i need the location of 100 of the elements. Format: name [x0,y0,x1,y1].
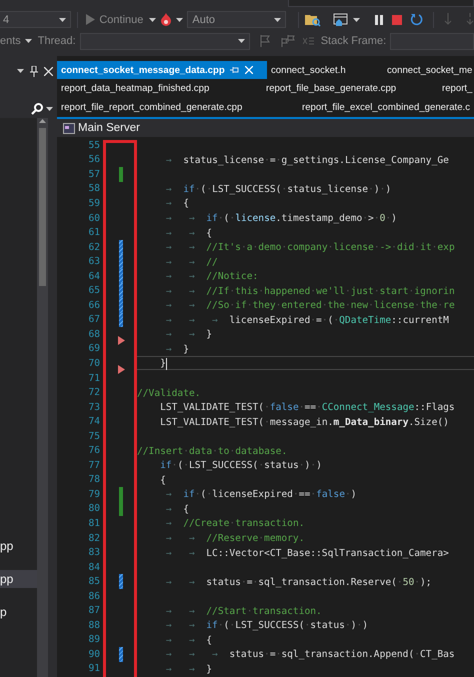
line-number: 79 [87,488,101,500]
line-number: 60 [87,212,101,224]
line-number: 67 [87,314,101,326]
line-number: 87 [87,605,101,616]
stack-frame-label: Stack Frame: [320,35,386,47]
caret-icon [59,18,66,22]
code-line: → → if·(·LST_SUCCESS(·status·)·) [164,619,370,632]
code-line: → → } [164,328,214,342]
code-line: → → //So·if·they·entered·the·new·license·the·re [164,299,456,312]
line-number: 57 [87,168,101,180]
caret-icon [176,18,184,22]
code-line: //Insert·data·to·database. [136,444,288,458]
thread-filter-icon[interactable] [302,37,315,45]
flag-icon[interactable] [260,35,271,47]
pause-icon[interactable] [374,14,384,24]
code-line: → if·(·licenseExpired·==·false·) [164,488,358,502]
code-line: LST_VALIDATE_TEST(·message_in.m_Data_binary.Size() [159,416,450,429]
code-line: { [159,474,167,487]
code-line: → status_license·=·g_settings.License_Company_Ge [164,154,450,167]
list-item[interactable]: pp [0,570,37,588]
scroll-thumb[interactable] [39,128,46,286]
step-over-icon[interactable] [466,13,474,26]
code-line: → } [164,342,190,356]
file-tab[interactable]: connect_socket.h [267,61,346,79]
line-number: 74 [87,416,101,428]
line-number: 88 [87,620,101,631]
stop-icon[interactable] [392,14,402,24]
line-number: 71 [87,372,101,384]
mode-dropdown[interactable]: Auto [187,11,286,28]
code-line: if·(·LST_SUCCESS(·status·)·) [159,459,323,472]
code-line: } [136,356,474,370]
scroll-up-icon[interactable] [39,119,46,123]
file-tab[interactable]: report_data_heatmap_finished.cpp [57,79,210,98]
line-number: 70 [87,358,101,369]
code-line: //Validate. [136,386,202,400]
list-item[interactable]: p [0,603,37,621]
code-line: → → //Notice: [164,270,260,284]
continue-button[interactable]: Continue [84,14,146,26]
window-icon[interactable] [333,12,350,26]
line-number: 62 [87,242,101,253]
line-number: 83 [87,547,101,558]
folder-search-icon[interactable] [305,12,322,26]
line-number: 91 [87,663,101,674]
line-number: 77 [87,460,101,471]
line-number: 69 [87,343,101,354]
code-line: → → → status·=·sql_transaction.Append(·CT_Bas [164,648,456,662]
search-icon[interactable] [31,103,43,115]
configuration-dropdown[interactable]: 4 [0,11,72,28]
dropdown-caret-icon [17,69,24,73]
window-icon [63,122,75,134]
code-line: → → → licenseExpired·=·(·QDateTime::currentM [164,314,450,327]
code-line: → → if·(·license.timestamp_demo·>·0·) [164,212,398,225]
file-tab[interactable]: connect_socket_me [383,61,472,79]
line-number: 73 [87,402,101,413]
line-number: 65 [87,285,101,296]
code-line: → → } [164,662,214,676]
caret-icon [149,18,156,22]
file-tab[interactable]: report_ [438,79,472,98]
search-field[interactable] [288,0,474,7]
line-number: 64 [87,270,101,282]
flags-icon[interactable] [280,35,295,47]
line-number: 68 [87,328,101,340]
close-icon[interactable] [44,66,53,76]
line-number: 72 [87,387,101,398]
line-number: 75 [87,430,101,442]
list-item[interactable]: pp [0,537,37,555]
play-icon [86,14,96,25]
code-line: → { [164,197,190,210]
line-number: 61 [87,227,101,238]
restart-icon[interactable] [410,13,424,26]
code-line: → //Create·transaction. [164,517,306,530]
code-line: → → //Reserve·memory. [164,532,306,546]
code-line: → if·(·LST_SUCCESS(·status_license·)·) [164,182,392,196]
line-number: 84 [87,562,101,573]
line-number: 66 [87,300,101,311]
pin-icon[interactable] [30,66,38,76]
caret-icon [274,18,282,22]
step-into-icon[interactable] [444,13,452,26]
file-tab[interactable]: report_file_excel_combined_generate.c [298,98,470,117]
line-number: 82 [87,532,101,544]
thread-label: Thread: [38,35,76,47]
file-tab[interactable]: report_file_base_generate.cpp [262,79,396,98]
line-number: 55 [87,140,101,151]
caret-icon [24,39,32,43]
code-line: → → //It's·a·demo·company·license·->·did·it·exp [164,241,456,254]
scope-label[interactable]: Main Server [78,122,140,134]
scrollbar[interactable] [37,118,48,677]
code-line: → → //Start·transaction. [164,604,323,618]
code-line: → → // [164,256,219,269]
flame-icon[interactable] [160,13,172,26]
caret-icon [238,39,245,43]
line-number: 89 [87,634,101,646]
line-number: 85 [87,576,101,588]
code-line: → → status·=·sql_transaction.Reserve(·50·); [164,576,433,589]
line-number: 63 [87,256,101,268]
line-number: 56 [87,154,101,166]
code-line: → → { [164,634,214,647]
line-number: 76 [87,445,101,456]
file-tab[interactable]: report_file_report_combined_generate.cpp [57,98,242,117]
code-line: → { [164,502,190,516]
